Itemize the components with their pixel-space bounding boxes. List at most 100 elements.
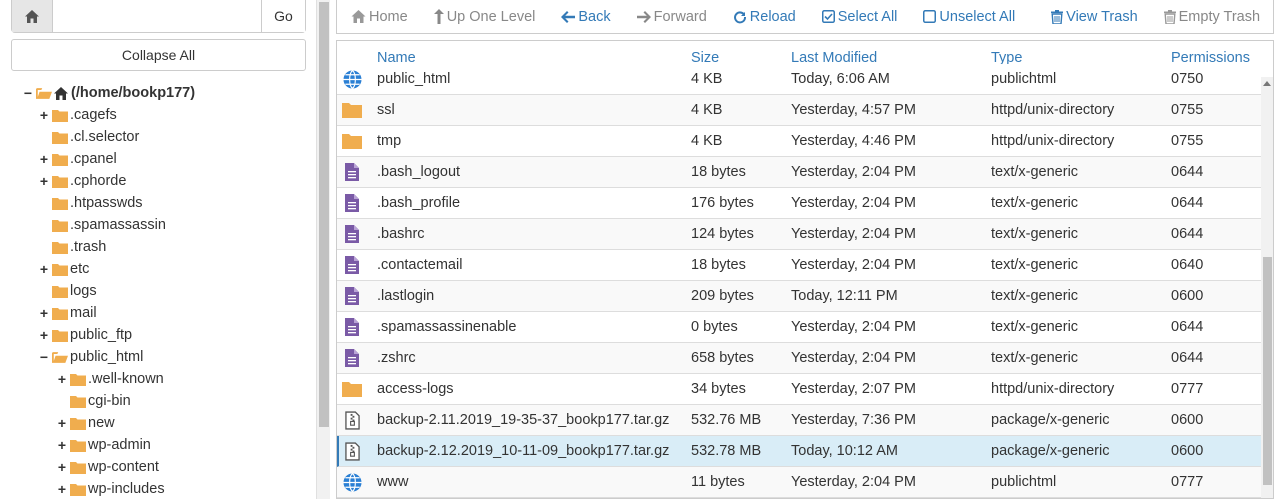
collapse-toggle[interactable]: − [38, 346, 50, 368]
tree-item-label: wp-includes [88, 481, 165, 497]
tree-item[interactable]: .trash [38, 236, 106, 258]
file-name[interactable]: .spamassassinenable [377, 312, 516, 342]
table-row[interactable]: .zshrc 658 bytes Yesterday, 2:04 PM text/x-… [337, 343, 1261, 374]
tree-item[interactable]: − public_html [38, 346, 143, 368]
folder-icon [52, 307, 68, 320]
expand-toggle[interactable]: + [38, 104, 50, 126]
tree-item[interactable]: .htpasswds [38, 192, 143, 214]
expand-toggle[interactable]: + [38, 324, 50, 346]
tree-item[interactable]: + .well-known [56, 368, 164, 390]
table-row[interactable]: access-logs 34 bytes Yesterday, 2:07 PM htt… [337, 374, 1261, 405]
table-row[interactable]: tmp 4 KB Yesterday, 4:46 PM httpd/unix-dire… [337, 126, 1261, 157]
tree-item[interactable]: logs [38, 280, 97, 302]
tree-item[interactable]: + .cpanel [38, 148, 117, 170]
tree-item[interactable]: + public_ftp [38, 324, 132, 346]
table-row[interactable]: www 11 bytes Yesterday, 2:04 PM publichtml 0… [337, 467, 1261, 498]
tree-item[interactable]: + new [56, 412, 115, 434]
tree-item[interactable]: .cl.selector [38, 126, 139, 148]
file-name[interactable]: ssl [377, 95, 395, 125]
file-text-icon [342, 193, 362, 213]
unselect-all-button[interactable]: Unselect All [923, 9, 1015, 25]
tree-item[interactable]: + mail [38, 302, 97, 324]
expand-toggle[interactable]: + [56, 478, 68, 500]
folder-icon [52, 285, 68, 298]
table-row[interactable]: .contactemail 18 bytes Yesterday, 2:04 PM t… [337, 250, 1261, 281]
expand-toggle[interactable]: + [38, 302, 50, 324]
file-name[interactable]: .zshrc [377, 343, 416, 373]
tree-item-label: .cl.selector [70, 129, 140, 145]
view-trash-button[interactable]: View Trash [1051, 9, 1138, 25]
file-list-scrollbar[interactable] [1261, 77, 1273, 498]
tree-item[interactable]: .spamassassin [38, 214, 166, 236]
file-name[interactable]: backup-2.11.2019_19-35-37_bookp177.tar.g… [377, 405, 669, 435]
checkbox-empty-icon [923, 10, 937, 23]
table-row[interactable]: public_html 4 KB Today, 6:06 AM publichtml 0… [337, 64, 1261, 95]
home-label: Home [369, 8, 408, 25]
tree-item[interactable]: + wp-content [56, 456, 159, 478]
back-button[interactable]: Back [561, 9, 611, 25]
table-row[interactable]: backup-2.11.2019_19-35-37_bookp177.tar.g… [337, 405, 1261, 436]
expand-toggle[interactable]: + [56, 368, 68, 390]
expand-toggle[interactable]: + [56, 456, 68, 478]
tree-item[interactable]: + etc [38, 258, 89, 280]
file-permissions: 0644 [1171, 350, 1204, 366]
go-button[interactable]: Go [261, 0, 305, 32]
collapse-toggle[interactable]: − [22, 82, 34, 104]
file-permissions: 0644 [1171, 226, 1204, 242]
home-button[interactable]: Home [351, 9, 408, 25]
tree-item-label: wp-content [88, 459, 159, 475]
expand-toggle[interactable]: + [56, 434, 68, 456]
file-name[interactable]: access-logs [377, 374, 454, 404]
folder-icon [70, 483, 86, 496]
file-text-icon [342, 317, 362, 337]
file-name[interactable]: public_html [377, 64, 450, 94]
file-name[interactable]: www [377, 467, 408, 497]
table-row[interactable]: .bash_logout 18 bytes Yesterday, 2:04 PM te… [337, 157, 1261, 188]
file-permissions: 0755 [1171, 102, 1204, 118]
file-name[interactable]: .lastlogin [377, 281, 434, 311]
file-name[interactable]: .bash_profile [377, 188, 460, 218]
scrollbar-thumb[interactable] [319, 2, 329, 427]
file-name[interactable]: .bash_logout [377, 157, 460, 187]
file-size: 209 bytes [691, 288, 754, 304]
tree-item[interactable]: + wp-admin [56, 434, 151, 456]
expand-toggle[interactable]: + [38, 170, 50, 192]
table-row[interactable]: backup-2.12.2019_10-11-09_bookp177.tar.g… [337, 436, 1261, 467]
tree-item[interactable]: cgi-bin [56, 390, 131, 412]
file-name[interactable]: tmp [377, 126, 401, 156]
collapse-all-button[interactable]: Collapse All [11, 39, 306, 71]
home-directory-button[interactable] [12, 0, 53, 32]
tree-item-label: .spamassassin [70, 217, 166, 233]
table-row[interactable]: .bash_profile 176 bytes Yesterday, 2:04 PM… [337, 188, 1261, 219]
file-permissions: 0640 [1171, 257, 1204, 273]
expand-toggle[interactable]: + [38, 258, 50, 280]
table-row[interactable]: .lastlogin 209 bytes Today, 12:11 PM text/x… [337, 281, 1261, 312]
scroll-up-arrow[interactable] [1263, 81, 1271, 86]
path-input[interactable] [53, 0, 261, 32]
file-name[interactable]: .contactemail [377, 250, 462, 280]
forward-button[interactable]: Forward [636, 9, 707, 25]
file-name[interactable]: .bashrc [377, 219, 425, 249]
tree-item[interactable]: + wp-includes [56, 478, 165, 500]
reload-button[interactable]: Reload [733, 9, 796, 25]
file-type: text/x-generic [991, 226, 1079, 242]
table-row[interactable]: .spamassassinenable 0 bytes Yesterday, 2:0… [337, 312, 1261, 343]
folder-icon [70, 439, 86, 452]
file-name[interactable]: backup-2.12.2019_10-11-09_bookp177.tar.g… [377, 436, 669, 466]
table-row[interactable]: .bashrc 124 bytes Yesterday, 2:04 PM text/x… [337, 219, 1261, 250]
tree-item[interactable]: + .cphorde [38, 170, 127, 192]
up-one-level-button[interactable]: Up One Level [433, 9, 535, 25]
empty-trash-button[interactable]: Empty Trash [1163, 9, 1260, 25]
expand-toggle[interactable]: + [38, 148, 50, 170]
file-size: 124 bytes [691, 226, 754, 242]
folder-icon [52, 263, 68, 276]
table-row[interactable]: ssl 4 KB Yesterday, 4:57 PM httpd/unix-dire… [337, 95, 1261, 126]
scrollbar-thumb[interactable] [1263, 257, 1272, 485]
left-panel-scrollbar[interactable] [316, 0, 330, 499]
tree-item[interactable]: − (/home/bookp177) [22, 82, 195, 104]
expand-toggle[interactable]: + [56, 412, 68, 434]
tree-item[interactable]: + .cagefs [38, 104, 117, 126]
file-type: text/x-generic [991, 195, 1079, 211]
select-all-button[interactable]: Select All [821, 9, 897, 25]
file-type: package/x-generic [991, 443, 1110, 459]
